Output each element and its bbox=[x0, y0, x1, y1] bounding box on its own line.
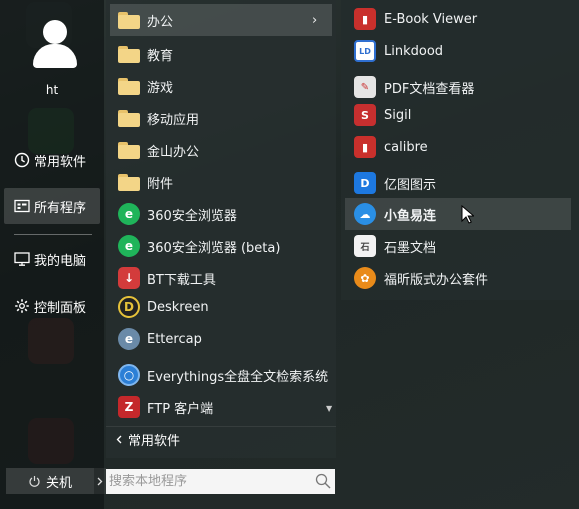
avatar-head bbox=[43, 20, 67, 44]
avatar[interactable] bbox=[31, 18, 79, 70]
app-label: 金山办公 bbox=[147, 144, 200, 160]
submenu-item-linkdood[interactable]: LD Linkdood bbox=[345, 35, 571, 67]
360-browser-icon: e bbox=[118, 203, 140, 225]
app-label: 移动应用 bbox=[147, 112, 200, 128]
app-item-everything-search[interactable]: ○ Everythings全盘全文检索系统 bbox=[110, 359, 332, 391]
search-icon[interactable] bbox=[315, 473, 331, 489]
avatar-body bbox=[33, 44, 77, 68]
submenu-item-sigil[interactable]: S Sigil bbox=[345, 99, 571, 131]
office-submenu: ▮ E-Book Viewer LD Linkdood ✎ PDF文档查看器 S… bbox=[341, 0, 579, 300]
submenu-item-calibre[interactable]: ▮ calibre bbox=[345, 131, 571, 163]
ettercap-icon: e bbox=[118, 328, 140, 350]
submenu-label: 小鱼易连 bbox=[384, 208, 437, 224]
clock-icon bbox=[14, 152, 30, 168]
app-folder-office[interactable]: 办公 bbox=[110, 4, 332, 36]
360-browser-beta-icon: e bbox=[118, 235, 140, 257]
power-icon bbox=[29, 475, 40, 487]
pdf-viewer-icon: ✎ bbox=[354, 76, 376, 98]
submenu-label: 石墨文档 bbox=[384, 240, 437, 256]
shutdown-label: 关机 bbox=[45, 475, 72, 491]
shutdown-options-button[interactable] bbox=[94, 468, 106, 494]
back-to-frequent-button[interactable]: 常用软件 bbox=[106, 426, 336, 452]
app-item-ftp-client[interactable]: Z FTP 客户端 bbox=[110, 391, 332, 423]
folder-icon bbox=[118, 109, 140, 127]
sidebar-item-label: 控制面板 bbox=[34, 300, 87, 316]
app-folder-wps[interactable]: 金山办公 bbox=[110, 134, 332, 166]
back-label: 常用软件 bbox=[128, 434, 181, 449]
submenu-label: E-Book Viewer bbox=[384, 11, 478, 27]
xiaoyu-icon: ☁ bbox=[354, 203, 376, 225]
everything-search-icon: ○ bbox=[118, 364, 140, 386]
edraw-icon: D bbox=[354, 172, 376, 194]
folder-icon bbox=[118, 173, 140, 191]
submenu-item-ebook-viewer[interactable]: ▮ E-Book Viewer bbox=[345, 3, 571, 35]
sidebar-item-frequent[interactable]: 常用软件 bbox=[4, 142, 100, 178]
gear-icon bbox=[15, 299, 29, 313]
shutdown-button[interactable]: 关机 bbox=[6, 468, 94, 494]
divider bbox=[14, 234, 92, 235]
submenu-item-edraw[interactable]: D 亿图图示 bbox=[345, 167, 571, 199]
chevron-left-icon bbox=[116, 435, 122, 444]
search-input[interactable] bbox=[109, 474, 309, 489]
submenu-label: 福昕版式办公套件 bbox=[384, 272, 489, 288]
app-list-panel: 办公 教育 游戏 移动应用 金山办公 附件 e 360安全浏览器 e 360安全… bbox=[106, 0, 336, 458]
app-label: BT下载工具 bbox=[147, 272, 216, 288]
search-box[interactable] bbox=[106, 469, 335, 494]
submenu-label: 亿图图示 bbox=[384, 177, 437, 193]
sidebar-item-label: 我的电脑 bbox=[34, 253, 87, 269]
app-label: 办公 bbox=[147, 14, 174, 30]
chevron-right-icon: › bbox=[312, 13, 318, 28]
ebook-viewer-icon: ▮ bbox=[354, 8, 376, 30]
app-folder-education[interactable]: 教育 bbox=[110, 38, 332, 70]
app-folder-games[interactable]: 游戏 bbox=[110, 70, 332, 102]
app-label: 360安全浏览器 (beta) bbox=[147, 240, 281, 256]
app-item-360-browser-beta[interactable]: e 360安全浏览器 (beta) bbox=[110, 230, 332, 262]
submenu-label: Sigil bbox=[384, 107, 412, 123]
app-label: Ettercap bbox=[147, 331, 202, 347]
submenu-label: PDF文档查看器 bbox=[384, 81, 475, 97]
app-label: FTP 客户端 bbox=[147, 401, 214, 417]
bt-download-icon: ↓ bbox=[118, 267, 140, 289]
app-label: 游戏 bbox=[147, 80, 174, 96]
folder-icon bbox=[118, 141, 140, 159]
app-item-360-browser[interactable]: e 360安全浏览器 bbox=[110, 198, 332, 230]
app-item-bt-download[interactable]: ↓ BT下载工具 bbox=[110, 262, 332, 294]
folder-icon bbox=[118, 45, 140, 63]
folder-icon bbox=[118, 77, 140, 95]
app-item-deskreen[interactable]: D Deskreen bbox=[110, 291, 332, 323]
submenu-item-xiaoyu[interactable]: ☁ 小鱼易连 bbox=[345, 198, 571, 230]
app-folder-accessories[interactable]: 附件 bbox=[110, 166, 332, 198]
sidebar-item-all-programs[interactable]: 所有程序 bbox=[4, 188, 100, 224]
submenu-item-shimo[interactable]: 石 石墨文档 bbox=[345, 230, 571, 262]
app-label: 附件 bbox=[147, 176, 174, 192]
apps-icon bbox=[14, 199, 30, 213]
chevron-right-icon bbox=[97, 477, 103, 485]
submenu-label: Linkdood bbox=[384, 43, 444, 59]
mouse-cursor-icon bbox=[461, 205, 474, 224]
sigil-icon: S bbox=[354, 104, 376, 126]
app-label: Deskreen bbox=[147, 299, 209, 315]
folder-icon bbox=[118, 11, 140, 29]
sidebar-item-my-computer[interactable]: 我的电脑 bbox=[4, 241, 100, 277]
scroll-down-arrow[interactable]: ▼ bbox=[326, 404, 332, 413]
app-item-ettercap[interactable]: e Ettercap bbox=[110, 323, 332, 355]
username: ht bbox=[45, 83, 59, 97]
app-label: 360安全浏览器 bbox=[147, 208, 237, 224]
filezilla-icon: Z bbox=[118, 396, 140, 418]
monitor-icon bbox=[14, 252, 30, 266]
submenu-item-foxit-suite[interactable]: ✿ 福昕版式办公套件 bbox=[345, 262, 571, 294]
linkdood-icon: LD bbox=[354, 40, 376, 62]
calibre-icon: ▮ bbox=[354, 136, 376, 158]
deskreen-icon: D bbox=[118, 296, 140, 318]
sidebar-item-label: 所有程序 bbox=[34, 200, 87, 216]
shimo-icon: 石 bbox=[354, 235, 376, 257]
sidebar-item-label: 常用软件 bbox=[34, 154, 87, 170]
app-folder-mobile[interactable]: 移动应用 bbox=[110, 102, 332, 134]
submenu-label: calibre bbox=[384, 139, 428, 155]
app-label: Everythings全盘全文检索系统 bbox=[147, 369, 329, 385]
start-menu-sidebar: ht 常用软件 所有程序 我的电脑 控制面板 bbox=[0, 0, 104, 509]
foxit-suite-icon: ✿ bbox=[354, 267, 376, 289]
app-label: 教育 bbox=[147, 48, 174, 64]
sidebar-item-control-panel[interactable]: 控制面板 bbox=[4, 288, 100, 324]
